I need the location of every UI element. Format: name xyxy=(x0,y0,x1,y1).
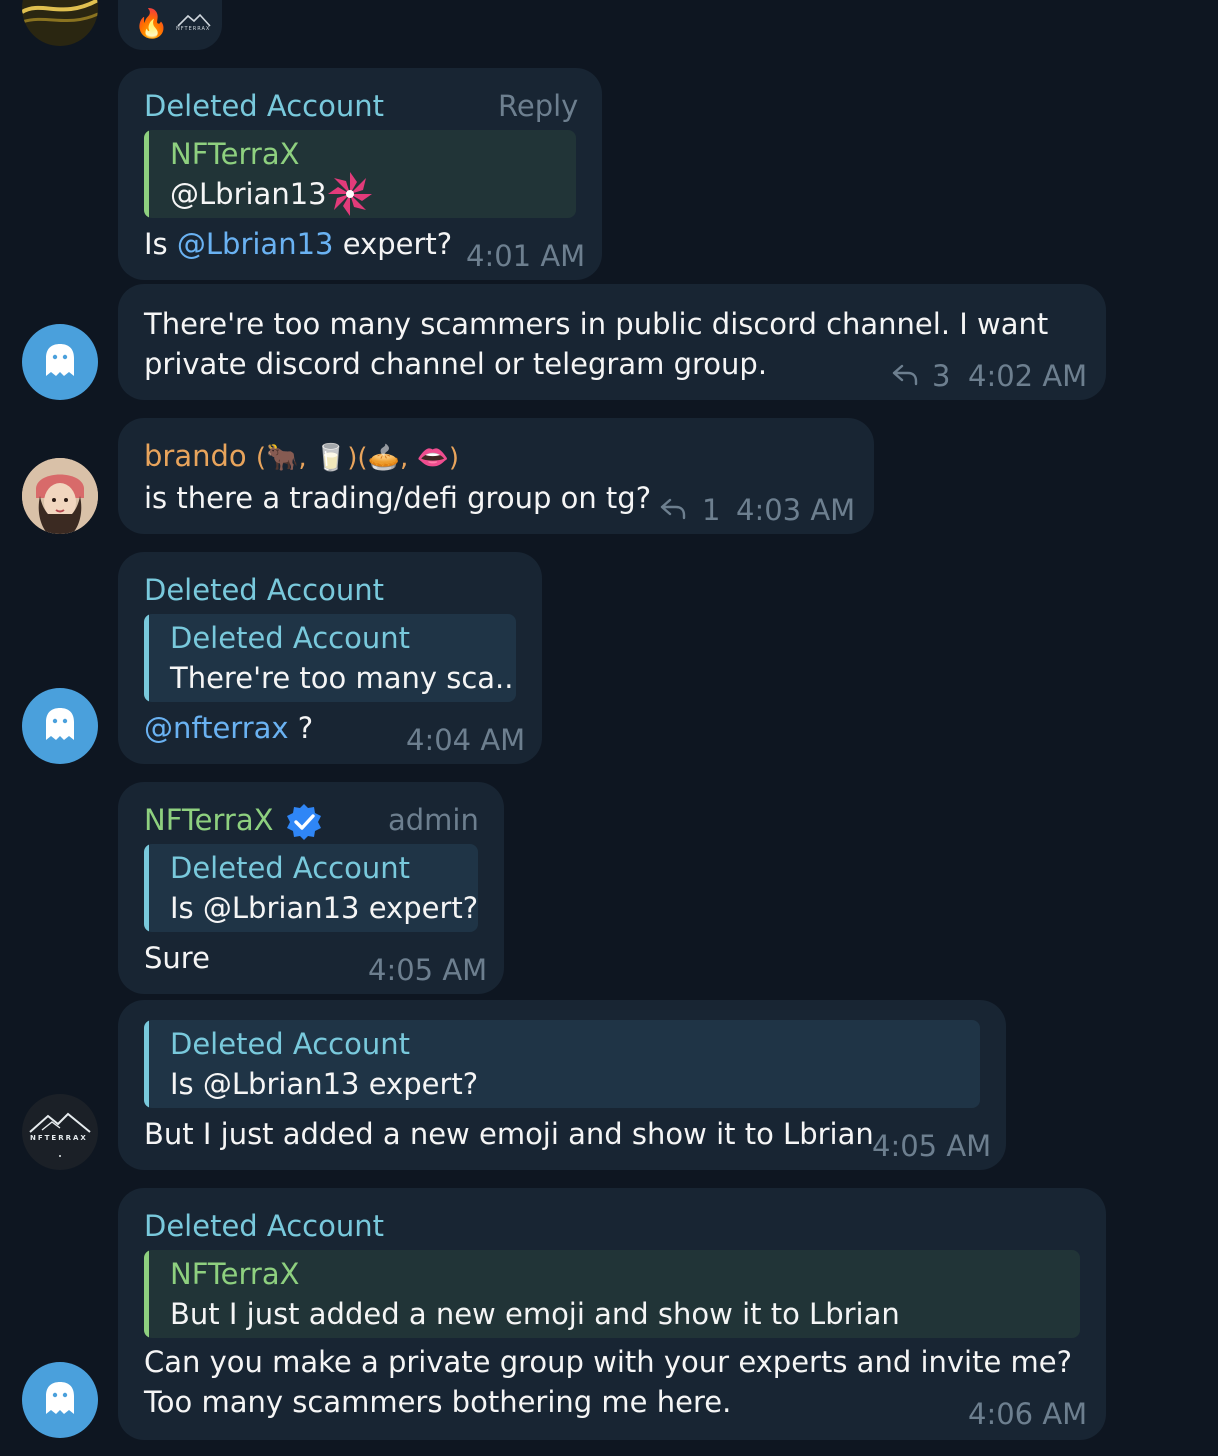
sender-name[interactable]: Deleted Account xyxy=(144,572,384,608)
nfterrax-logo-icon: NFTERRAX xyxy=(174,8,214,40)
sender-name[interactable]: NFTerraX xyxy=(144,802,273,838)
quoted-message[interactable]: Deleted Account There're too many sca... xyxy=(144,614,516,702)
message-time: 4:03 AM xyxy=(736,493,856,527)
message-text: But I just added a new emoji and show it… xyxy=(144,1117,874,1151)
message-bubble[interactable]: Deleted Account Is @Lbrian13 expert? But… xyxy=(118,1000,1006,1170)
mention-link[interactable]: @nfterrax xyxy=(144,711,289,745)
quoted-sender: NFTerraX xyxy=(170,137,300,171)
message-bubble[interactable]: Deleted Account NFTerraX But I just adde… xyxy=(118,1188,1106,1440)
message-text: Is @Lbrian13 expert? xyxy=(144,227,453,261)
quoted-text: @Lbrian13 xyxy=(170,177,327,211)
quoted-sender: Deleted Account xyxy=(170,1027,411,1061)
reply-arrow-icon[interactable] xyxy=(658,494,688,524)
quoted-message[interactable]: NFTerraX @Lbrian13 xyxy=(144,130,576,218)
quoted-message[interactable]: Deleted Account Is @Lbrian13 expert? xyxy=(144,844,478,932)
reply-count[interactable]: 1 xyxy=(702,492,720,528)
quoted-sender: NFTerraX xyxy=(170,1257,300,1291)
admin-label: admin xyxy=(388,803,479,837)
message-text: @nfterrax ? xyxy=(144,711,314,745)
quoted-message[interactable]: NFTerraX But I just added a new emoji an… xyxy=(144,1250,1080,1338)
reply-label[interactable]: Reply xyxy=(498,88,578,124)
message-time: 4:06 AM xyxy=(968,1397,1088,1431)
quoted-sender: Deleted Account xyxy=(170,851,411,885)
avatar-logo-text: NFTERRAX xyxy=(30,1134,88,1142)
avatar-top[interactable] xyxy=(22,0,98,46)
quoted-text: But I just added a new emoji and show it… xyxy=(170,1297,900,1331)
mountain-logo-icon xyxy=(29,1112,91,1157)
sender-name[interactable]: Deleted Account xyxy=(144,1208,384,1244)
message-bubble[interactable]: Deleted Account Deleted Account There're… xyxy=(118,552,542,764)
quoted-text: Is @Lbrian13 expert? xyxy=(170,1067,479,1101)
message-bubble[interactable]: NFTerraX admin Deleted Account Is @Lbria… xyxy=(118,782,504,994)
message-text: is there a trading/defi group on tg? xyxy=(144,481,652,515)
avatar-deleted-account[interactable] xyxy=(22,688,98,764)
message-time: 4:01 AM xyxy=(466,239,586,273)
message-time: 4:04 AM xyxy=(406,723,526,757)
cartoon-girl-avatar-icon xyxy=(22,458,98,534)
message-bubble[interactable]: brando (🐂, 🥛)(🥧, 👄) is there a trading/d… xyxy=(118,418,874,534)
reply-count[interactable]: 3 xyxy=(932,358,950,394)
quoted-message[interactable]: Deleted Account Is @Lbrian13 expert? xyxy=(144,1020,980,1108)
mention-link[interactable]: @Lbrian13 xyxy=(177,227,334,261)
quoted-text: There're too many sca... xyxy=(170,661,516,695)
name-emojis: (🐂, 🥛)(🥧, 👄) xyxy=(255,443,459,473)
ghost-icon xyxy=(46,1382,74,1414)
message-time: 4:02 AM xyxy=(968,359,1088,393)
message-text: Sure xyxy=(144,941,210,975)
ghost-icon xyxy=(46,344,74,376)
verified-badge-icon xyxy=(284,802,324,842)
pinwheel-emoji-icon xyxy=(326,170,374,218)
message-time: 4:05 AM xyxy=(368,953,488,987)
avatar-brando[interactable] xyxy=(22,458,98,534)
avatar-deleted-account[interactable] xyxy=(22,1362,98,1438)
fire-reaction: 🔥 xyxy=(134,7,169,40)
message-text-line: Too many scammers bothering me here. xyxy=(144,1385,732,1419)
avatar-deleted-account[interactable] xyxy=(22,324,98,400)
quoted-sender: Deleted Account xyxy=(170,621,411,655)
message-bubble[interactable]: There're too many scammers in public dis… xyxy=(118,284,1106,400)
wave-art-icon xyxy=(22,0,98,24)
quoted-text: Is @Lbrian13 expert? xyxy=(170,891,478,925)
ghost-icon xyxy=(46,708,74,740)
message-bubble[interactable]: Deleted Account Reply NFTerraX @Lbrian13 xyxy=(118,68,602,280)
message-text-line: Can you make a private group with your e… xyxy=(144,1345,1073,1379)
reactions-pill[interactable]: 🔥 NFTERRAX xyxy=(118,0,222,50)
message-time: 4:05 AM xyxy=(872,1129,992,1163)
message-text-line: private discord channel or telegram grou… xyxy=(144,347,768,381)
sender-name[interactable]: brando (🐂, 🥛)(🥧, 👄) xyxy=(144,438,459,476)
sender-name[interactable]: Deleted Account xyxy=(144,88,384,124)
message-text-line: There're too many scammers in public dis… xyxy=(144,307,1049,341)
reply-arrow-icon[interactable] xyxy=(890,360,920,390)
avatar-nfterrax[interactable]: NFTERRAX xyxy=(22,1094,98,1170)
